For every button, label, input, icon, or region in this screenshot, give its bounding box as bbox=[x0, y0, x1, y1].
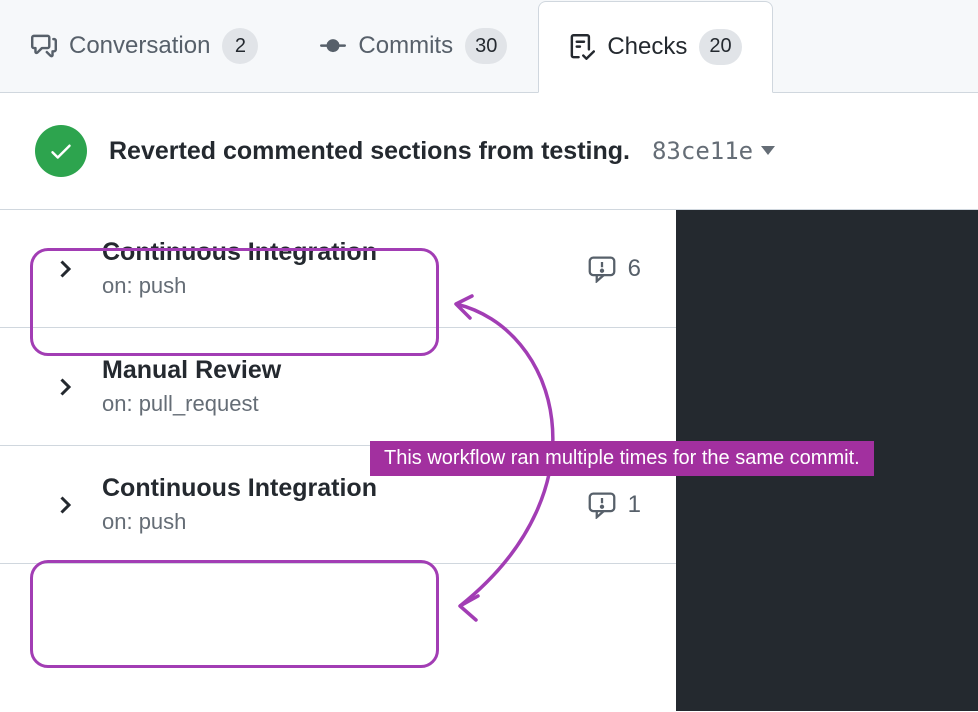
workflow-trigger: on: push bbox=[102, 509, 564, 535]
comment-discussion-icon bbox=[31, 33, 57, 59]
tab-commits[interactable]: Commits 30 bbox=[289, 0, 538, 92]
commit-sha-text: 83ce11e bbox=[652, 137, 753, 165]
chevron-right-icon bbox=[60, 260, 78, 278]
workflow-trigger: on: pull_request bbox=[102, 391, 641, 417]
tab-conversation-label: Conversation bbox=[69, 32, 210, 60]
tab-checks-label: Checks bbox=[607, 33, 687, 61]
tab-conversation-count: 2 bbox=[222, 28, 258, 64]
alert-comment-icon bbox=[588, 255, 616, 283]
tab-checks-count: 20 bbox=[699, 29, 741, 65]
pr-tabs: Conversation 2 Commits 30 Checks 20 bbox=[0, 0, 978, 93]
workflow-name: Continuous Integration bbox=[102, 474, 564, 503]
triangle-down-icon bbox=[761, 146, 775, 156]
annotation-count-value: 1 bbox=[628, 491, 641, 519]
alert-comment-icon bbox=[588, 491, 616, 519]
chevron-right-icon bbox=[60, 378, 78, 396]
workflow-text: Manual Review on: pull_request bbox=[102, 356, 641, 417]
status-success-icon bbox=[35, 125, 87, 177]
commit-sha-dropdown[interactable]: 83ce11e bbox=[652, 137, 775, 165]
workflow-name: Manual Review bbox=[102, 356, 641, 385]
annotation-count[interactable]: 6 bbox=[588, 255, 641, 283]
tab-commits-label: Commits bbox=[358, 32, 453, 60]
tab-commits-count: 30 bbox=[465, 28, 507, 64]
workflow-name: Continuous Integration bbox=[102, 238, 564, 267]
chevron-right-icon bbox=[60, 496, 78, 514]
checklist-icon bbox=[569, 34, 595, 60]
tab-conversation[interactable]: Conversation 2 bbox=[0, 0, 289, 92]
workflow-item[interactable]: Manual Review on: pull_request bbox=[0, 328, 676, 446]
git-commit-icon bbox=[320, 33, 346, 59]
workflow-item[interactable]: Continuous Integration on: push 6 bbox=[0, 210, 676, 328]
annotation-count[interactable]: 1 bbox=[588, 491, 641, 519]
commit-title: Reverted commented sections from testing… bbox=[109, 137, 630, 166]
annotation-label: This workflow ran multiple times for the… bbox=[370, 441, 874, 476]
commit-summary: Reverted commented sections from testing… bbox=[0, 93, 978, 210]
workflow-text: Continuous Integration on: push bbox=[102, 474, 564, 535]
workflow-trigger: on: push bbox=[102, 273, 564, 299]
workflow-text: Continuous Integration on: push bbox=[102, 238, 564, 299]
annotation-count-value: 6 bbox=[628, 255, 641, 283]
tab-checks[interactable]: Checks 20 bbox=[538, 1, 772, 93]
